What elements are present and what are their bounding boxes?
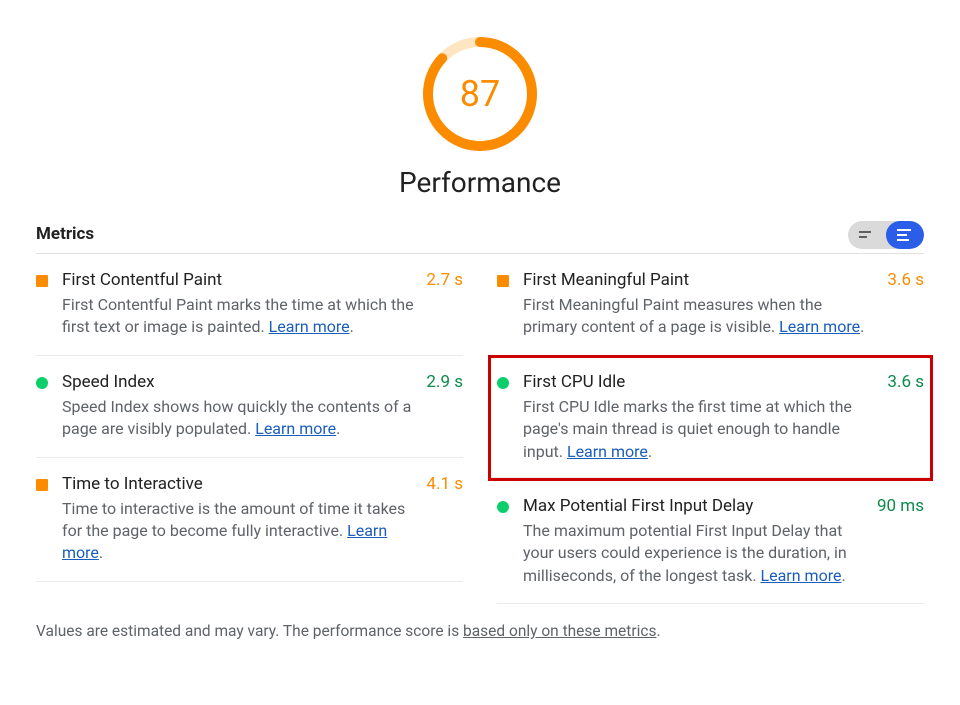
metric-desc: The maximum potential First Input Delay … xyxy=(523,520,867,587)
metric-row: Time to Interactive Time to interactive … xyxy=(36,458,463,582)
footnote: Values are estimated and may vary. The p… xyxy=(36,622,924,640)
metric-title: First Contentful Paint xyxy=(62,270,416,290)
metric-desc: First Contentful Paint marks the time at… xyxy=(62,294,416,339)
metric-value: 4.1 s xyxy=(416,474,463,565)
performance-gauge: 87 xyxy=(420,34,540,154)
performance-label: Performance xyxy=(399,166,561,199)
status-circle-icon xyxy=(497,377,509,389)
metric-row: Speed Index Speed Index shows how quickl… xyxy=(36,356,463,458)
status-square-icon xyxy=(36,275,48,287)
metric-value: 2.7 s xyxy=(416,270,463,339)
metric-title: Speed Index xyxy=(62,372,416,392)
learn-more-link[interactable]: Learn more xyxy=(567,442,648,461)
learn-more-link[interactable]: Learn more xyxy=(761,566,842,585)
metric-title: First Meaningful Paint xyxy=(523,270,877,290)
metrics-header: Metrics xyxy=(36,221,924,254)
metrics-heading: Metrics xyxy=(36,224,848,250)
metric-value: 2.9 s xyxy=(416,372,463,441)
status-circle-icon xyxy=(497,501,509,513)
metric-row: First Contentful Paint First Contentful … xyxy=(36,254,463,356)
view-expanded-button[interactable] xyxy=(886,221,924,249)
metric-value: 3.6 s xyxy=(877,270,924,339)
learn-more-link[interactable]: Learn more xyxy=(269,317,350,336)
metrics-grid: First Contentful Paint First Contentful … xyxy=(36,254,924,604)
metric-title: First CPU Idle xyxy=(523,372,877,392)
metric-value: 90 ms xyxy=(867,496,924,587)
metric-value: 3.6 s xyxy=(877,372,924,463)
metric-title: Time to Interactive xyxy=(62,474,416,494)
learn-more-link[interactable]: Learn more xyxy=(255,419,336,438)
metric-row-highlighted: First CPU Idle First CPU Idle marks the … xyxy=(491,358,930,478)
learn-more-link[interactable]: Learn more xyxy=(779,317,860,336)
metric-row: First Meaningful Paint First Meaningful … xyxy=(497,254,924,356)
view-compact-button[interactable] xyxy=(848,221,886,249)
metric-title: Max Potential First Input Delay xyxy=(523,496,867,516)
metric-desc: Time to interactive is the amount of tim… xyxy=(62,498,416,565)
status-square-icon xyxy=(36,479,48,491)
status-circle-icon xyxy=(36,377,48,389)
metric-desc: First CPU Idle marks the first time at w… xyxy=(523,396,877,463)
view-toggle xyxy=(848,221,924,249)
status-square-icon xyxy=(497,275,509,287)
list-short-icon xyxy=(859,230,875,240)
metrics-column-right: First Meaningful Paint First Meaningful … xyxy=(497,254,924,604)
metric-row: Max Potential First Input Delay The maxi… xyxy=(497,480,924,604)
performance-score: 87 xyxy=(420,34,540,154)
metric-desc: Speed Index shows how quickly the conten… xyxy=(62,396,416,441)
metrics-column-left: First Contentful Paint First Contentful … xyxy=(36,254,463,604)
footnote-link[interactable]: based only on these metrics xyxy=(463,622,656,640)
metric-desc: First Meaningful Paint measures when the… xyxy=(523,294,877,339)
performance-gauge-section: 87 Performance xyxy=(36,34,924,199)
list-long-icon xyxy=(897,229,913,241)
